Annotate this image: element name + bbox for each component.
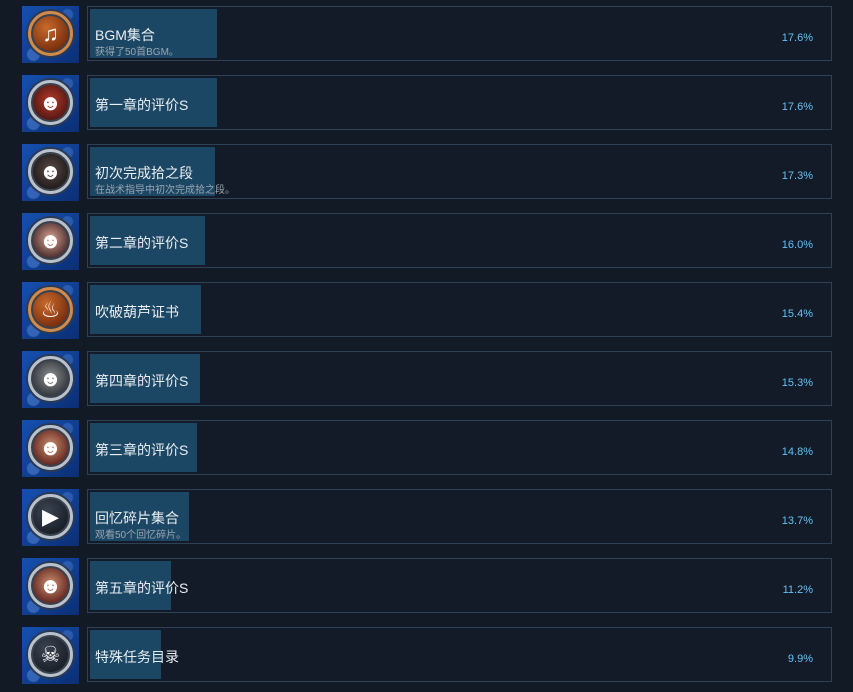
achievement-description: 观看50个回忆碎片。: [95, 530, 187, 541]
achievement-medal: ☻: [28, 356, 73, 401]
achievement-medal: ☻: [28, 218, 73, 263]
achievement-medal: ☻: [28, 80, 73, 125]
unlock-percentage: 17.6%: [781, 101, 813, 113]
achievement-icon-tile[interactable]: ▶: [22, 489, 79, 546]
achievement-icon-tile[interactable]: ♨: [22, 282, 79, 339]
achievement-row[interactable]: ▶ 回忆碎片集合观看50个回忆碎片。 13.7%: [0, 489, 853, 553]
achievement-description: 在战术指导中初次完成拾之段。: [95, 185, 235, 196]
achievement-card[interactable]: 第二章的评价S 16.0%: [87, 213, 832, 268]
achievement-icon-tile[interactable]: ☻: [22, 75, 79, 132]
achievement-row[interactable]: ☻ 第二章的评价S 16.0%: [0, 213, 853, 277]
achievement-medal: ▶: [28, 494, 73, 539]
unlock-percentage: 14.8%: [781, 446, 813, 458]
achievement-title: 回忆碎片集合: [95, 510, 179, 526]
achievement-icon-tile[interactable]: ☻: [22, 558, 79, 615]
achievement-row[interactable]: ☻ 第三章的评价S 14.8%: [0, 420, 853, 484]
achievement-row[interactable]: ♫ BGM集合获得了50首BGM。 17.6%: [0, 6, 853, 70]
achievement-title: 吹破葫芦证书: [95, 304, 179, 320]
unlock-percentage: 17.6%: [781, 32, 813, 44]
achievement-icon-tile[interactable]: ☻: [22, 144, 79, 201]
achievement-title: 初次完成拾之段: [95, 165, 193, 181]
achievement-medal: ☻: [28, 149, 73, 194]
achievement-icon-tile[interactable]: ☠: [22, 627, 79, 684]
achievement-card[interactable]: 第一章的评价S 17.6%: [87, 75, 832, 130]
achievement-medal: ♨: [28, 287, 73, 332]
achievement-icon-tile[interactable]: ♫: [22, 6, 79, 63]
achievement-glyph-icon: ♨: [40, 296, 61, 322]
achievement-row[interactable]: ☻ 第四章的评价S 15.3%: [0, 351, 853, 415]
achievement-card[interactable]: 第五章的评价S 11.2%: [87, 558, 832, 613]
achievement-card[interactable]: 吹破葫芦证书 15.4%: [87, 282, 832, 337]
achievement-card[interactable]: 第四章的评价S 15.3%: [87, 351, 832, 406]
achievement-icon-tile[interactable]: ☻: [22, 420, 79, 477]
achievement-row[interactable]: ☻ 第一章的评价S 17.6%: [0, 75, 853, 139]
unlock-percentage: 17.3%: [781, 170, 813, 182]
achievement-glyph-icon: ☻: [38, 365, 63, 391]
achievement-glyph-icon: ☠: [40, 641, 61, 667]
achievement-card[interactable]: 第三章的评价S 14.8%: [87, 420, 832, 475]
achievement-row[interactable]: ♨ 吹破葫芦证书 15.4%: [0, 282, 853, 346]
achievement-medal: ☻: [28, 425, 73, 470]
achievement-medal: ♫: [28, 11, 73, 56]
achievement-title: 第三章的评价S: [95, 442, 189, 458]
achievement-title: 第二章的评价S: [95, 235, 189, 251]
achievement-card[interactable]: 初次完成拾之段在战术指导中初次完成拾之段。 17.3%: [87, 144, 832, 199]
achievement-title: BGM集合: [95, 27, 155, 43]
achievement-title: 特殊任务目录: [95, 649, 179, 665]
unlock-percentage: 15.4%: [781, 308, 813, 320]
achievement-row[interactable]: ☠ 特殊任务目录 9.9%: [0, 627, 853, 691]
achievement-medal: ☠: [28, 632, 73, 677]
achievement-title: 第五章的评价S: [95, 580, 189, 596]
achievement-glyph-icon: ☻: [38, 572, 63, 598]
achievement-glyph-icon: ☻: [38, 89, 63, 115]
achievement-card[interactable]: 回忆碎片集合观看50个回忆碎片。 13.7%: [87, 489, 832, 544]
unlock-percentage: 9.9%: [787, 653, 813, 665]
achievement-icon-tile[interactable]: ☻: [22, 351, 79, 408]
achievement-title: 第四章的评价S: [95, 373, 189, 389]
unlock-percentage: 13.7%: [781, 515, 813, 527]
achievement-card[interactable]: 特殊任务目录 9.9%: [87, 627, 832, 682]
achievement-row[interactable]: ☻ 第五章的评价S 11.2%: [0, 558, 853, 622]
unlock-percentage: 16.0%: [781, 239, 813, 251]
achievement-row[interactable]: ☻ 初次完成拾之段在战术指导中初次完成拾之段。 17.3%: [0, 144, 853, 208]
achievement-icon-tile[interactable]: ☻: [22, 213, 79, 270]
achievement-description: 获得了50首BGM。: [95, 47, 179, 58]
achievement-glyph-icon: ☻: [38, 227, 63, 253]
unlock-percentage: 11.2%: [782, 584, 813, 596]
achievement-glyph-icon: ▶: [42, 503, 59, 529]
achievement-glyph-icon: ♫: [42, 20, 59, 46]
unlock-percentage: 15.3%: [781, 377, 813, 389]
achievement-glyph-icon: ☻: [38, 158, 63, 184]
achievement-title: 第一章的评价S: [95, 97, 189, 113]
achievement-glyph-icon: ☻: [38, 434, 63, 460]
achievement-card[interactable]: BGM集合获得了50首BGM。 17.6%: [87, 6, 832, 61]
achievement-medal: ☻: [28, 563, 73, 608]
